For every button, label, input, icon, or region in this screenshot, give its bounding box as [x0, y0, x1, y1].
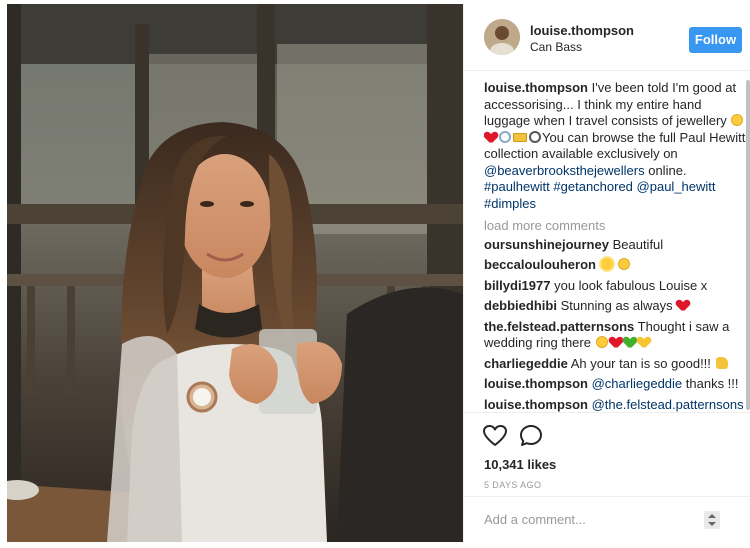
- scrollbar-thumb[interactable]: [746, 80, 750, 410]
- thumbs-up-emoji-icon: [715, 356, 728, 369]
- green-heart-emoji-icon: [624, 337, 636, 348]
- follow-button[interactable]: Follow: [689, 27, 742, 53]
- comment-row: charliegeddie Ah your tan is so good!!!: [484, 356, 746, 373]
- likes-count[interactable]: 10,341 likes: [484, 457, 556, 472]
- comment-row: debbiedhibi Stunning as always: [484, 298, 746, 315]
- caption-mention-2[interactable]: @paul_hewitt: [637, 179, 716, 194]
- comment-username[interactable]: beccaloulouheron: [484, 257, 596, 272]
- hashtag-dimples[interactable]: #dimples: [484, 196, 536, 211]
- add-comment-section: [464, 496, 750, 542]
- comment-username[interactable]: debbiedhibi: [484, 298, 557, 313]
- comment-username[interactable]: oursunshinejourney: [484, 237, 609, 252]
- comment-row: billydi1977 you look fabulous Louise x: [484, 278, 746, 295]
- comment-row: beccaloulouheron: [484, 257, 746, 274]
- more-options-icon[interactable]: [704, 511, 720, 529]
- watch-emoji-icon: [529, 130, 541, 143]
- header-location[interactable]: Can Bass: [530, 40, 582, 54]
- heart-emoji-icon: [485, 132, 497, 143]
- comment-username[interactable]: louise.thompson: [484, 397, 588, 412]
- post-caption: louise.thompson I've been told I'm good …: [484, 80, 746, 212]
- header-username[interactable]: louise.thompson: [530, 23, 634, 38]
- load-more-comments-link[interactable]: load more comments: [484, 218, 746, 235]
- heart-outline-icon[interactable]: [482, 423, 508, 449]
- laughing-face-emoji-icon: [731, 114, 744, 126]
- comment-row: the.felstead.patternsons Thought i saw a…: [484, 319, 746, 352]
- heart-eyes-emoji-icon: [618, 258, 631, 270]
- hashtag-paulhewitt[interactable]: #paulhewitt: [484, 179, 550, 194]
- comment-username[interactable]: the.felstead.patternsons: [484, 319, 634, 334]
- sunflower-emoji-icon: [600, 258, 613, 270]
- instagram-post: louise.thompson Can Bass Follow louise.t…: [0, 0, 750, 548]
- ring-emoji-icon: [499, 130, 511, 143]
- post-actions: 10,341 likes 5 DAYS AGO: [464, 412, 750, 492]
- post-photo[interactable]: [7, 4, 463, 542]
- comment-row: oursunshinejourney Beautiful: [484, 237, 746, 254]
- heart-emoji-icon: [610, 337, 622, 348]
- comment-username[interactable]: louise.thompson: [484, 376, 588, 391]
- comment-username[interactable]: billydi1977: [484, 278, 550, 293]
- comment-text: you look fabulous Louise x: [550, 277, 708, 293]
- hashtag-getanchored[interactable]: #getanchored: [553, 179, 633, 194]
- comment-text: [596, 257, 600, 272]
- comments-scrollbar[interactable]: [746, 72, 750, 414]
- comment-text: Beautiful: [608, 236, 664, 252]
- avatar-image: [484, 19, 520, 55]
- comments-list: louise.thompson I've been told I'm good …: [484, 80, 746, 412]
- add-comment-input[interactable]: [484, 509, 704, 529]
- post-header: louise.thompson Can Bass Follow: [464, 4, 750, 71]
- avatar[interactable]: [484, 19, 520, 55]
- comment-text: Stunning as always: [556, 298, 677, 313]
- yellow-heart-emoji-icon: [638, 337, 650, 348]
- comment-bubble-icon[interactable]: [518, 423, 544, 449]
- grimacing-face-emoji-icon: [595, 336, 608, 348]
- caption-text-3: online.: [644, 162, 687, 178]
- gold-bar-emoji-icon: [513, 132, 527, 142]
- comment-row: louise.thompson @charliegeddie thanks !!…: [484, 376, 746, 393]
- comment-row: louise.thompson @the.felstead.patternson…: [484, 397, 746, 413]
- comment-text: Ah your tan is so good!!!: [567, 355, 715, 371]
- caption-username[interactable]: louise.thompson: [484, 80, 588, 95]
- comment-text: thanks !!!: [682, 376, 739, 391]
- heart-emoji-icon: [677, 300, 689, 311]
- comment-username[interactable]: charliegeddie: [484, 356, 568, 371]
- comment-mention[interactable]: @the.felstead.patternsons: [588, 397, 744, 412]
- photo-illustration: [7, 4, 463, 542]
- caption-mention-1[interactable]: @beaverbrooksthejewellers: [484, 163, 645, 178]
- post-timestamp[interactable]: 5 DAYS AGO: [484, 480, 541, 490]
- post-details-panel: louise.thompson Can Bass Follow louise.t…: [463, 4, 750, 542]
- comment-mention[interactable]: @charliegeddie: [588, 376, 683, 391]
